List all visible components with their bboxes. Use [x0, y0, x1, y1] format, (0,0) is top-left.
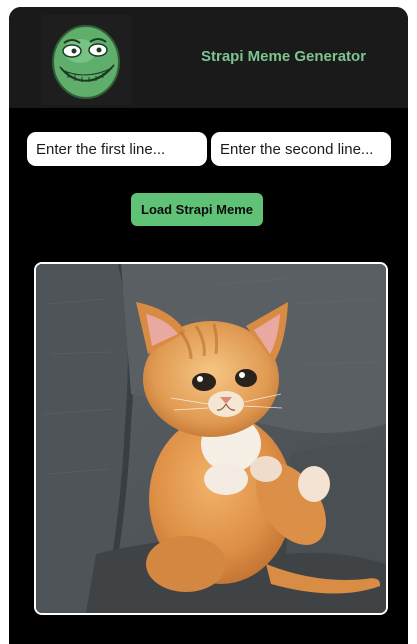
- app-header: Strapi Meme Generator: [9, 7, 408, 108]
- load-meme-button[interactable]: Load Strapi Meme: [131, 193, 263, 226]
- second-line-input[interactable]: [211, 132, 391, 166]
- app-title: Strapi Meme Generator: [201, 48, 367, 65]
- kitten-on-couch-image: [36, 264, 386, 613]
- first-line-input[interactable]: [27, 132, 207, 166]
- meme-image: [34, 262, 388, 615]
- troll-face-logo-icon: [42, 15, 132, 105]
- meme-generator-app: Strapi Meme Generator Load Strapi Meme: [9, 7, 408, 644]
